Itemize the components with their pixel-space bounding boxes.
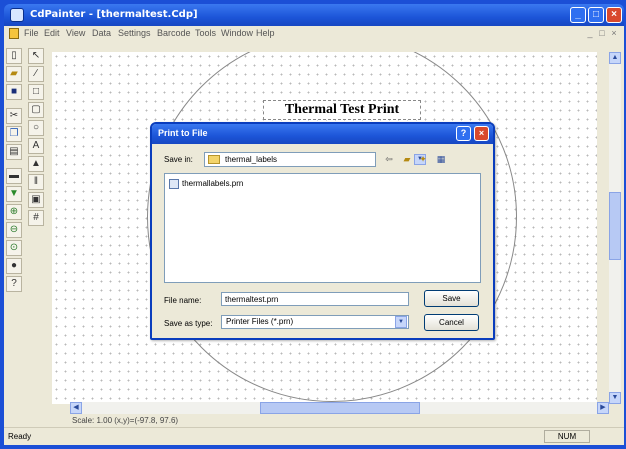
- left-toolbar: ▯ ▰ ■ ✂ ❐ ▤ ▬ ▼ ⊕ ⊖ ⊙ ● ?: [4, 46, 24, 296]
- mdi-close-icon[interactable]: ×: [608, 28, 620, 39]
- open-icon[interactable]: ▰: [6, 66, 22, 82]
- save-as-type-dropdown[interactable]: Printer Files (*.prn) ▼: [221, 315, 409, 329]
- save-button[interactable]: Save: [424, 290, 479, 307]
- fill-icon[interactable]: ▲: [28, 156, 44, 172]
- num-lock-indicator: NUM: [544, 430, 590, 443]
- menu-view[interactable]: View: [66, 28, 85, 38]
- minimize-button[interactable]: _: [570, 7, 586, 23]
- dialog-title: Print to File: [158, 128, 208, 138]
- rectangle-icon[interactable]: □: [28, 84, 44, 100]
- print-icon[interactable]: ▬: [6, 168, 22, 184]
- cancel-button[interactable]: Cancel: [424, 314, 479, 331]
- horizontal-scroll-thumb[interactable]: [260, 402, 420, 414]
- file-icon: [169, 179, 179, 189]
- line-icon[interactable]: ∕: [28, 66, 44, 82]
- help-icon[interactable]: ?: [6, 276, 22, 292]
- close-button[interactable]: ×: [606, 7, 622, 23]
- select-arrow-icon[interactable]: ↖: [28, 48, 44, 64]
- chevron-down-icon[interactable]: ▼: [395, 316, 407, 328]
- view-menu-icon[interactable]: ▦: [434, 153, 448, 166]
- maximize-button[interactable]: □: [588, 7, 604, 23]
- ellipse-icon[interactable]: ○: [28, 120, 44, 136]
- scroll-up-icon[interactable]: ▲: [609, 52, 621, 64]
- dialog-close-button[interactable]: ×: [474, 126, 489, 141]
- menu-window[interactable]: Window: [221, 28, 253, 38]
- mdi-minimize-icon[interactable]: _: [584, 28, 596, 39]
- print-to-file-dialog: Print to File ? × Save in: thermal_label…: [150, 122, 495, 340]
- folder-icon: [208, 155, 220, 164]
- save-as-type-label: Save as type:: [164, 319, 213, 328]
- stop-icon[interactable]: ●: [6, 258, 22, 274]
- title-bar[interactable]: CdPainter - [thermaltest.Cdp] _ □ ×: [4, 4, 624, 26]
- menu-barcode[interactable]: Barcode: [157, 28, 191, 38]
- image-icon[interactable]: ▣: [28, 192, 44, 208]
- window-title: CdPainter - [thermaltest.Cdp]: [30, 9, 198, 20]
- save-icon[interactable]: ■: [6, 84, 22, 100]
- zoom-in-icon[interactable]: ⊕: [6, 204, 22, 220]
- scroll-down-icon[interactable]: ▼: [609, 392, 621, 404]
- vertical-scroll-thumb[interactable]: [609, 192, 621, 260]
- menu-edit[interactable]: Edit: [44, 28, 60, 38]
- back-icon[interactable]: ⇦: [382, 153, 396, 166]
- save-as-type-value: Printer Files (*.prn): [226, 317, 294, 326]
- grid-icon[interactable]: #: [28, 210, 44, 226]
- paste-icon[interactable]: ▤: [6, 144, 22, 160]
- label-title-text[interactable]: Thermal Test Print: [263, 100, 421, 120]
- menu-file[interactable]: File: [24, 28, 39, 38]
- file-name-input[interactable]: [221, 292, 409, 306]
- menu-tools[interactable]: Tools: [195, 28, 216, 38]
- scale-coordinates-readout: Scale: 1.00 (x,y)=(-97.8, 97.6): [72, 416, 179, 425]
- zoom-out-icon[interactable]: ⊖: [6, 222, 22, 238]
- menu-help[interactable]: Help: [256, 28, 275, 38]
- copy-icon[interactable]: ❐: [6, 126, 22, 142]
- save-in-value: thermal_labels: [225, 155, 278, 164]
- menu-data[interactable]: Data: [92, 28, 111, 38]
- file-name-label: File name:: [164, 296, 202, 305]
- save-in-dropdown[interactable]: thermal_labels ▼: [204, 152, 426, 167]
- horizontal-scrollbar[interactable]: ◀ ▶: [70, 402, 609, 414]
- app-icon: [10, 8, 24, 22]
- menu-bar: File Edit View Data Settings Barcode Too…: [4, 26, 624, 42]
- app-window: CdPainter - [thermaltest.Cdp] _ □ × File…: [0, 0, 626, 449]
- drawing-toolbar: ↖ ∕ □ ▢ ○ A ▲ ‖ ▣ #: [26, 46, 46, 236]
- scroll-right-icon[interactable]: ▶: [597, 402, 609, 414]
- rounded-rectangle-icon[interactable]: ▢: [28, 102, 44, 118]
- document-icon[interactable]: [9, 28, 19, 39]
- scroll-left-icon[interactable]: ◀: [70, 402, 82, 414]
- status-bar: Ready NUM: [4, 427, 624, 445]
- print-preview-icon[interactable]: ▼: [6, 186, 22, 202]
- dialog-title-bar[interactable]: Print to File ? ×: [152, 124, 493, 144]
- up-folder-icon[interactable]: ▰: [400, 153, 414, 166]
- status-ready-text: Ready: [8, 432, 32, 441]
- new-icon[interactable]: ▯: [6, 48, 22, 64]
- menu-settings[interactable]: Settings: [118, 28, 151, 38]
- vertical-scrollbar[interactable]: ▲ ▼: [609, 52, 621, 404]
- text-icon[interactable]: A: [28, 138, 44, 154]
- zoom-fit-icon[interactable]: ⊙: [6, 240, 22, 256]
- dialog-help-button[interactable]: ?: [456, 126, 471, 141]
- cut-icon[interactable]: ✂: [6, 108, 22, 124]
- save-in-label: Save in:: [164, 155, 193, 164]
- new-folder-icon[interactable]: ✦: [416, 153, 430, 166]
- file-list[interactable]: thermallabels.prn: [164, 173, 481, 283]
- barcode-icon[interactable]: ‖: [28, 174, 44, 190]
- mdi-restore-icon[interactable]: □: [596, 28, 608, 39]
- file-name: thermallabels.prn: [182, 179, 244, 188]
